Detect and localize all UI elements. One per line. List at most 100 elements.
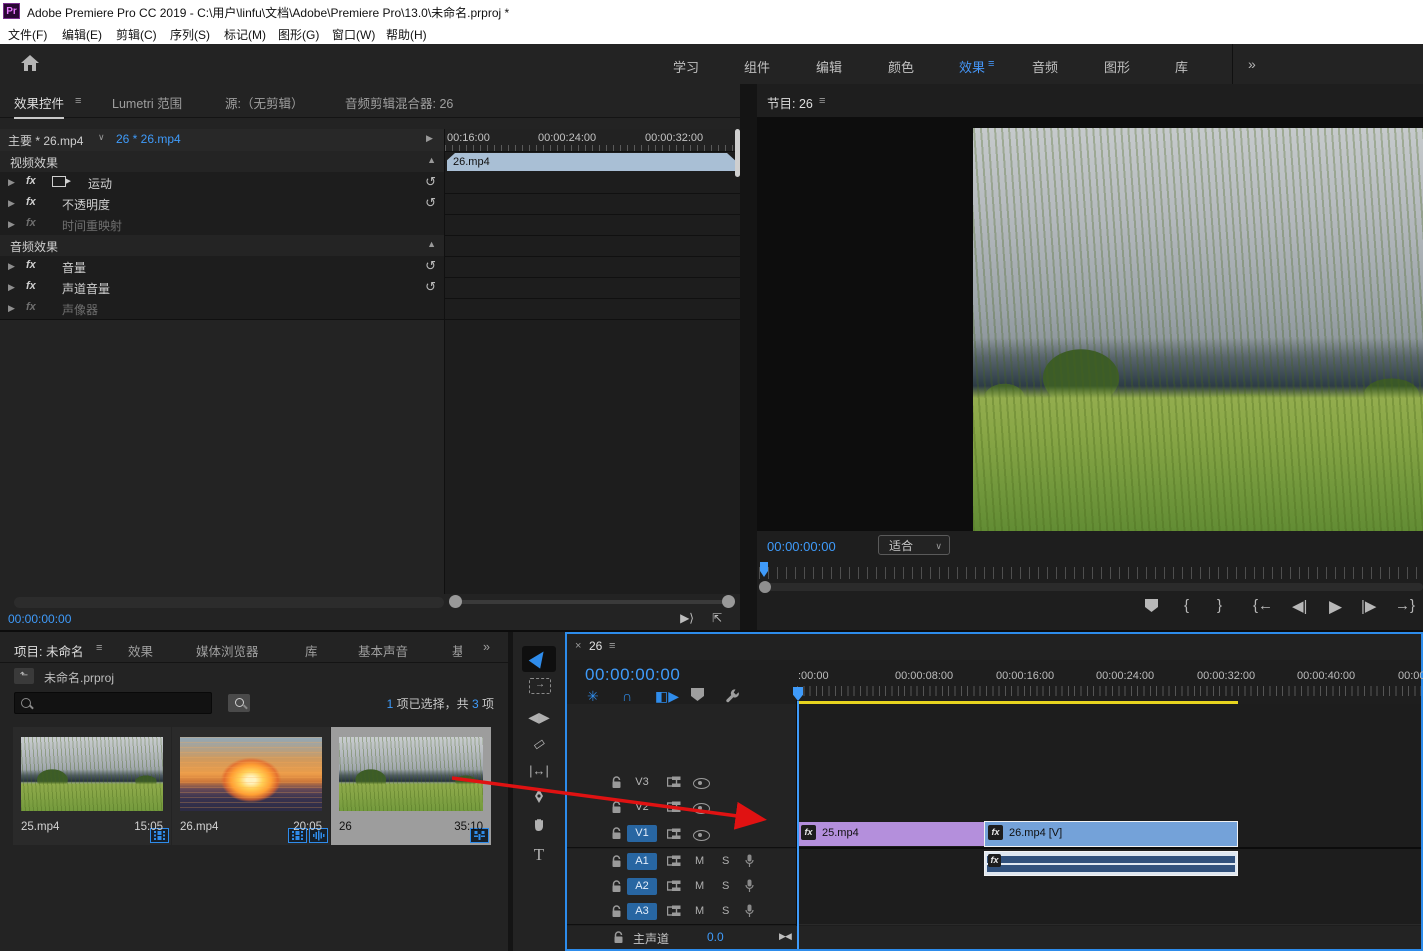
program-timecode[interactable]: 00:00:00:00 [767, 539, 836, 554]
mute-button[interactable]: M [695, 905, 704, 917]
sync-lock-icon[interactable] [667, 905, 681, 917]
workspace-tab-libraries[interactable]: 库 [1175, 57, 1188, 76]
mini-timeline-clip[interactable]: 26.mp4 [447, 153, 735, 171]
effect-row-channel-volume[interactable]: ▶ fx 声道音量 ↺ [0, 277, 444, 299]
tab-libraries[interactable]: 库 [305, 641, 318, 660]
media-item-26mp4[interactable]: 26.mp4 20:05 [172, 727, 330, 845]
mute-button[interactable]: M [695, 855, 704, 867]
expand-chevron-icon[interactable]: ▶ [8, 198, 15, 209]
tab-effects[interactable]: 效果 [128, 641, 153, 660]
lock-icon[interactable] [611, 801, 622, 814]
horizontal-scrollbar[interactable] [14, 597, 444, 608]
program-mini-ruler[interactable] [759, 567, 1423, 579]
tab-lumetri-scopes[interactable]: Lumetri 范围 [112, 93, 182, 112]
track-target-v3[interactable]: V3 [627, 774, 657, 791]
menu-edit[interactable]: 编辑(E) [62, 26, 102, 43]
workspace-tab-color[interactable]: 颜色 [888, 57, 914, 76]
effect-row-volume[interactable]: ▶ fx 音量 ↺ [0, 256, 444, 278]
expand-arrow-icon[interactable]: ▶ [426, 133, 433, 144]
track-header-a1[interactable]: A1 M S [567, 849, 796, 875]
tab-essential-sound[interactable]: 基本声音 [358, 641, 408, 660]
track-header-a2[interactable]: A2 M S [567, 874, 796, 900]
workspace-tab-menu-icon[interactable]: ≡ [988, 58, 994, 70]
tab-audio-clip-mixer[interactable]: 音频剪辑混合器: 26 [345, 93, 453, 112]
expand-chevron-icon[interactable]: ▶ [8, 282, 15, 293]
track-header-a3[interactable]: A3 M S [567, 899, 796, 925]
panel-overflow-icon[interactable]: » [483, 640, 488, 654]
audio-effects-section[interactable]: 音频效果 ▲ [0, 235, 444, 257]
step-forward-icon[interactable]: |▶ [1361, 597, 1376, 615]
solo-button[interactable]: S [722, 855, 729, 867]
menu-file[interactable]: 文件(F) [8, 26, 47, 43]
effect-row-motion[interactable]: ▶ fx 运动 ↺ [0, 172, 444, 194]
mic-icon[interactable] [745, 879, 754, 893]
snap-icon[interactable]: ∩ [622, 688, 632, 704]
breadcrumb[interactable]: 未命名.prproj [44, 669, 114, 686]
video-effects-section[interactable]: 视频效果 ▲ [0, 151, 444, 173]
timeline-clip-26mp4-video[interactable]: fx 26.mp4 [V] [984, 821, 1238, 847]
mark-in-icon[interactable]: { [1184, 597, 1189, 614]
tab-clipped[interactable]: 基 [452, 641, 462, 660]
menu-graphics[interactable]: 图形(G) [278, 26, 319, 43]
add-marker-icon[interactable] [1145, 599, 1158, 612]
close-icon[interactable]: × [575, 640, 581, 652]
timeline-clip-26mp4-audio[interactable]: fx [984, 851, 1238, 876]
ripple-edit-tool[interactable]: ◀▶ [522, 704, 556, 730]
toggle-track-output-eye-icon[interactable] [693, 778, 710, 789]
lock-icon[interactable] [611, 776, 622, 789]
playhead-line[interactable] [797, 701, 799, 949]
menu-sequence[interactable]: 序列(S) [170, 26, 210, 43]
sync-lock-icon[interactable] [667, 828, 681, 840]
collapse-icon[interactable]: ▲ [427, 155, 436, 165]
track-v3-content[interactable] [797, 770, 1421, 796]
mark-out-icon[interactable]: } [1217, 597, 1222, 614]
sync-lock-icon[interactable] [667, 880, 681, 892]
workspace-tab-effects[interactable]: 效果 [959, 57, 985, 76]
zoom-handle-right[interactable] [722, 595, 735, 608]
media-item-sequence-26[interactable]: 26 35:10 [331, 727, 491, 845]
tab-project[interactable]: 项目: 未命名 [14, 641, 83, 660]
go-to-in-icon[interactable]: {← [1253, 597, 1273, 614]
mic-icon[interactable] [745, 854, 754, 868]
tab-media-browser[interactable]: 媒体浏览器 [196, 641, 259, 660]
workspace-tab-graphics[interactable]: 图形 [1104, 57, 1130, 76]
slip-tool[interactable]: |↔| [522, 758, 556, 784]
zoom-handle-left[interactable] [449, 595, 462, 608]
lock-icon[interactable] [613, 931, 624, 944]
home-icon[interactable] [20, 54, 40, 72]
type-tool[interactable]: T [522, 842, 556, 868]
panel-menu-icon[interactable]: ≡ [609, 640, 615, 652]
search-input[interactable] [14, 692, 212, 714]
effect-mini-ruler[interactable]: 00:16:00 00:00:24:00 00:00:32:00 [445, 129, 740, 152]
video-preview-frame[interactable] [973, 128, 1423, 531]
workspace-tab-assembly[interactable]: 组件 [744, 57, 770, 76]
toggle-track-output-eye-icon[interactable] [693, 830, 710, 841]
track-target-v1[interactable]: V1 [627, 825, 657, 842]
expand-chevron-icon[interactable]: ▶ [8, 219, 15, 230]
tab-sequence-26[interactable]: 26 [589, 639, 602, 653]
add-marker-icon[interactable] [691, 688, 704, 704]
play-audio-icon[interactable]: ▶⟩ [680, 611, 694, 625]
panel-menu-icon[interactable]: ≡ [75, 95, 81, 107]
track-target-a1[interactable]: A1 [627, 853, 657, 870]
expand-chevron-icon[interactable]: ▶ [8, 303, 15, 314]
pen-tool[interactable] [522, 786, 556, 812]
expand-chevron-icon[interactable]: ▶ [8, 261, 15, 272]
scrollbar-handle[interactable] [759, 581, 771, 593]
export-frame-icon[interactable]: ⇱ [712, 611, 722, 625]
menu-window[interactable]: 窗口(W) [332, 26, 375, 43]
effect-row-panner[interactable]: ▶ fx 声像器 [0, 298, 444, 320]
lock-icon[interactable] [611, 905, 622, 918]
timeline-clip-25mp4[interactable]: fx 25.mp4 [798, 822, 984, 846]
sequence-timecode[interactable]: 00:00:00:00 [585, 665, 680, 685]
solo-button[interactable]: S [722, 880, 729, 892]
tab-source-monitor[interactable]: 源:（无剪辑） [225, 93, 303, 112]
selection-tool[interactable] [522, 646, 556, 672]
sequence-clip-label[interactable]: 26 * 26.mp4 [116, 132, 181, 146]
collapse-icon[interactable]: ▲ [427, 239, 436, 249]
lock-icon[interactable] [611, 880, 622, 893]
master-clip-label[interactable]: 主要 * 26.mp4 [8, 132, 83, 149]
track-target-a2[interactable]: A2 [627, 878, 657, 895]
reset-icon[interactable]: ↺ [425, 279, 436, 295]
workspace-tab-audio[interactable]: 音频 [1032, 57, 1058, 76]
